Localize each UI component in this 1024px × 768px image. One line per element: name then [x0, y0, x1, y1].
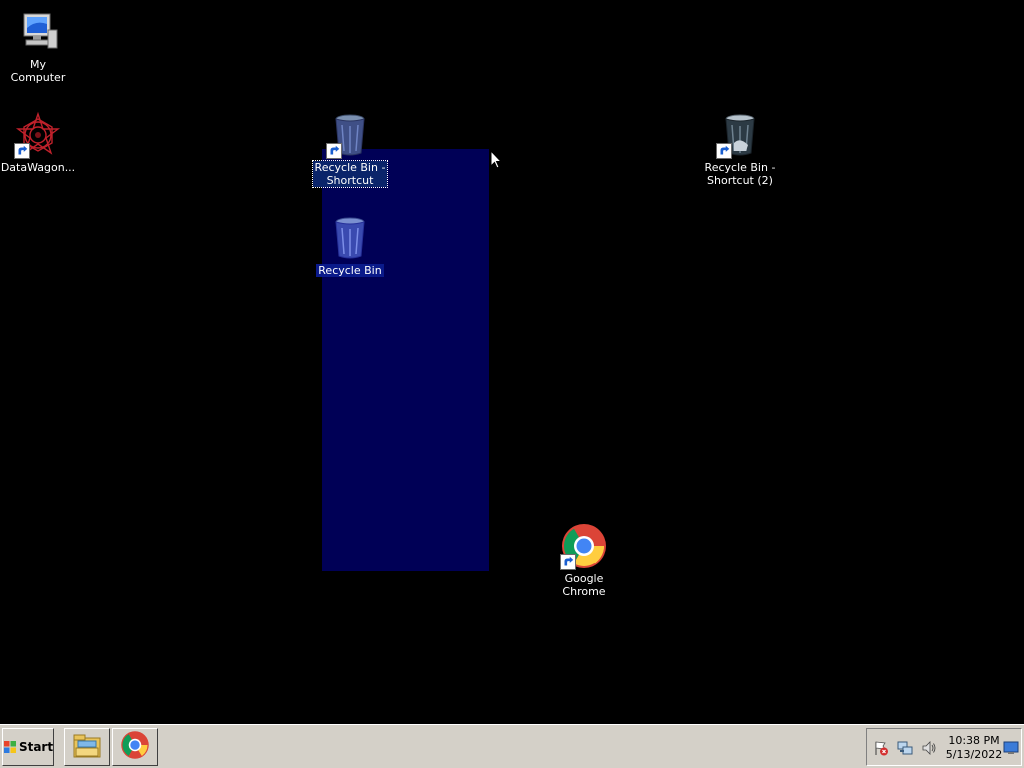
taskbar-chrome-button[interactable]	[112, 728, 158, 766]
chrome-icon	[120, 730, 150, 764]
desktop-icon-label: Recycle Bin - Shortcut	[311, 160, 389, 188]
computer-icon	[14, 8, 62, 56]
taskbar-clock[interactable]: 10:38 PM 5/13/2022	[945, 734, 1003, 762]
chrome-icon	[560, 522, 608, 570]
show-desktop-icon[interactable]	[1003, 740, 1019, 756]
shortcut-arrow-icon	[14, 143, 30, 159]
clock-time: 10:38 PM	[948, 734, 1000, 747]
recycle-bin-icon	[326, 214, 374, 262]
action-center-flag-icon[interactable]	[873, 740, 889, 756]
taskbar-file-explorer-button[interactable]	[64, 728, 110, 766]
desktop-icon-recycle-bin-shortcut[interactable]: Recycle Bin - Shortcut	[311, 111, 389, 188]
mouse-cursor-icon	[490, 149, 503, 170]
desktop[interactable]: My Computer DataWagon... Recycle Bin - S…	[0, 0, 1024, 724]
file-explorer-icon	[71, 729, 103, 765]
start-button[interactable]: Start	[2, 728, 54, 766]
desktop-icon-label: Recycle Bin - Shortcut (2)	[704, 161, 776, 187]
desktop-icon-label: My Computer	[10, 58, 66, 84]
desktop-icon-label: Recycle Bin	[316, 264, 384, 277]
desktop-icon-label: DataWagon...	[0, 161, 76, 174]
volume-icon[interactable]	[921, 740, 937, 756]
desktop-icon-recycle-bin[interactable]: Recycle Bin	[312, 214, 388, 277]
shortcut-arrow-icon	[560, 554, 576, 570]
desktop-icon-recycle-bin-shortcut-2[interactable]: Recycle Bin - Shortcut (2)	[702, 111, 778, 187]
desktop-icon-google-chrome[interactable]: Google Chrome	[546, 522, 622, 598]
desktop-icon-label: Google Chrome	[562, 572, 606, 598]
taskbar: Start 10:38 PM 5/13/2022	[0, 724, 1024, 768]
shortcut-arrow-icon	[716, 143, 732, 159]
drag-selection-rectangle	[322, 149, 489, 571]
recycle-bin-icon	[326, 111, 374, 159]
shortcut-arrow-icon	[326, 143, 342, 159]
recycle-bin-icon	[716, 111, 764, 159]
system-tray: 10:38 PM 5/13/2022	[866, 728, 1022, 766]
clock-date: 5/13/2022	[945, 748, 1003, 761]
desktop-icon-my-computer[interactable]: My Computer	[0, 8, 76, 84]
network-icon[interactable]	[897, 740, 913, 756]
datawagon-icon	[14, 111, 62, 159]
desktop-icon-datawagon[interactable]: DataWagon...	[0, 111, 76, 174]
start-label: Start	[18, 740, 54, 754]
windows-logo-icon	[3, 740, 17, 754]
